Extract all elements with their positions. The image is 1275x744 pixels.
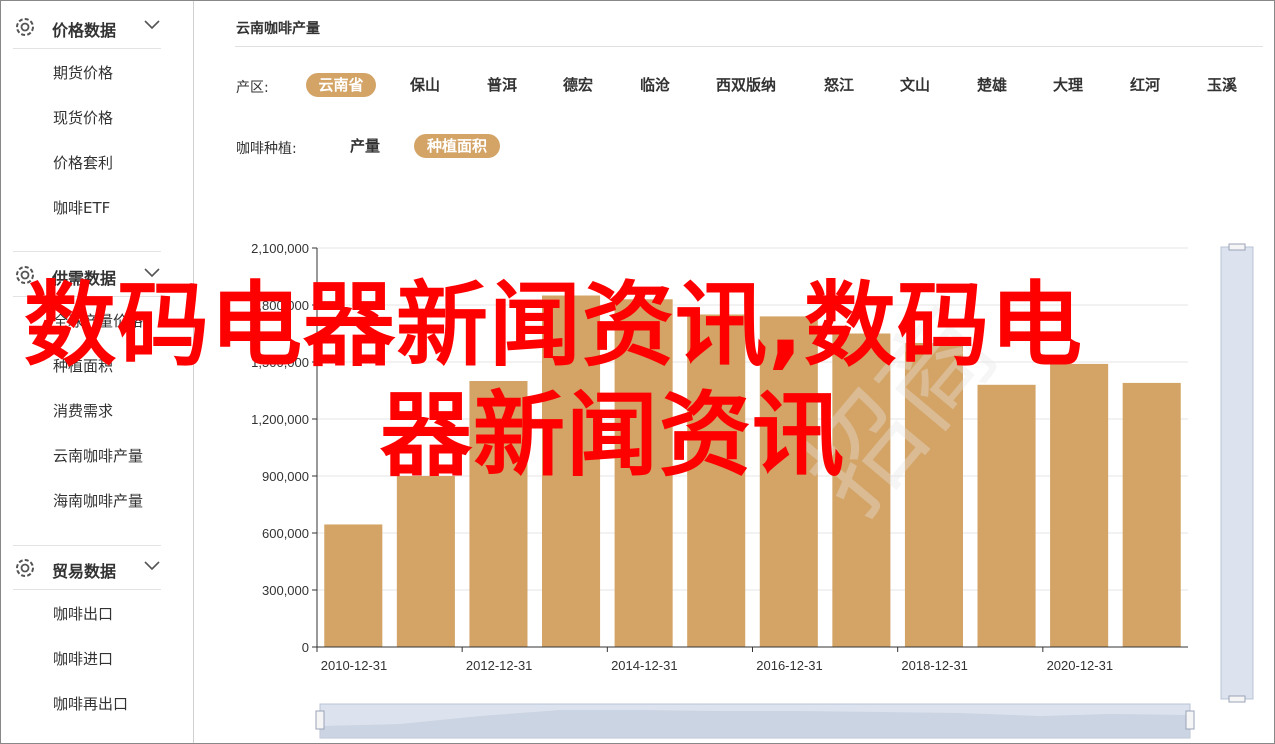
y-tick-label: 900,000 <box>262 469 309 484</box>
x-tick-label: 2018-12-31 <box>901 658 968 673</box>
y-tick-label: 0 <box>302 640 309 655</box>
overlay-headline-continued: 器新闻资讯 <box>380 382 846 489</box>
y-tick-label: 300,000 <box>262 583 309 598</box>
zoom-handle-right[interactable] <box>1185 710 1195 730</box>
x-tick-label: 2020-12-31 <box>1047 658 1114 673</box>
slider-handle-bottom[interactable] <box>1228 695 1246 703</box>
x-tick-label: 2014-12-31 <box>611 658 678 673</box>
y-tick-label: 600,000 <box>262 526 309 541</box>
bar-2011-12-31[interactable] <box>396 476 455 647</box>
x-tick-label: 2010-12-31 <box>321 658 388 673</box>
x-tick-label: 2016-12-31 <box>756 658 823 673</box>
y-tick-label: 2,100,000 <box>251 241 309 256</box>
horizontal-zoom-slider[interactable] <box>315 703 1195 739</box>
x-tick-label: 2012-12-31 <box>466 658 533 673</box>
overlay-headline: 数码电器新闻资讯,数码电 <box>24 272 1083 379</box>
bar-2019-12-31[interactable] <box>977 384 1036 647</box>
y-tick-label: 1,200,000 <box>251 412 309 427</box>
bar-2020-12-31[interactable] <box>1050 363 1109 647</box>
slider-handle-top[interactable] <box>1228 243 1246 251</box>
vertical-zoom-slider[interactable] <box>1220 243 1254 703</box>
bar-2010-12-31[interactable] <box>324 524 383 647</box>
zoom-handle-left[interactable] <box>315 710 325 730</box>
bar-2021-12-31[interactable] <box>1122 382 1181 647</box>
